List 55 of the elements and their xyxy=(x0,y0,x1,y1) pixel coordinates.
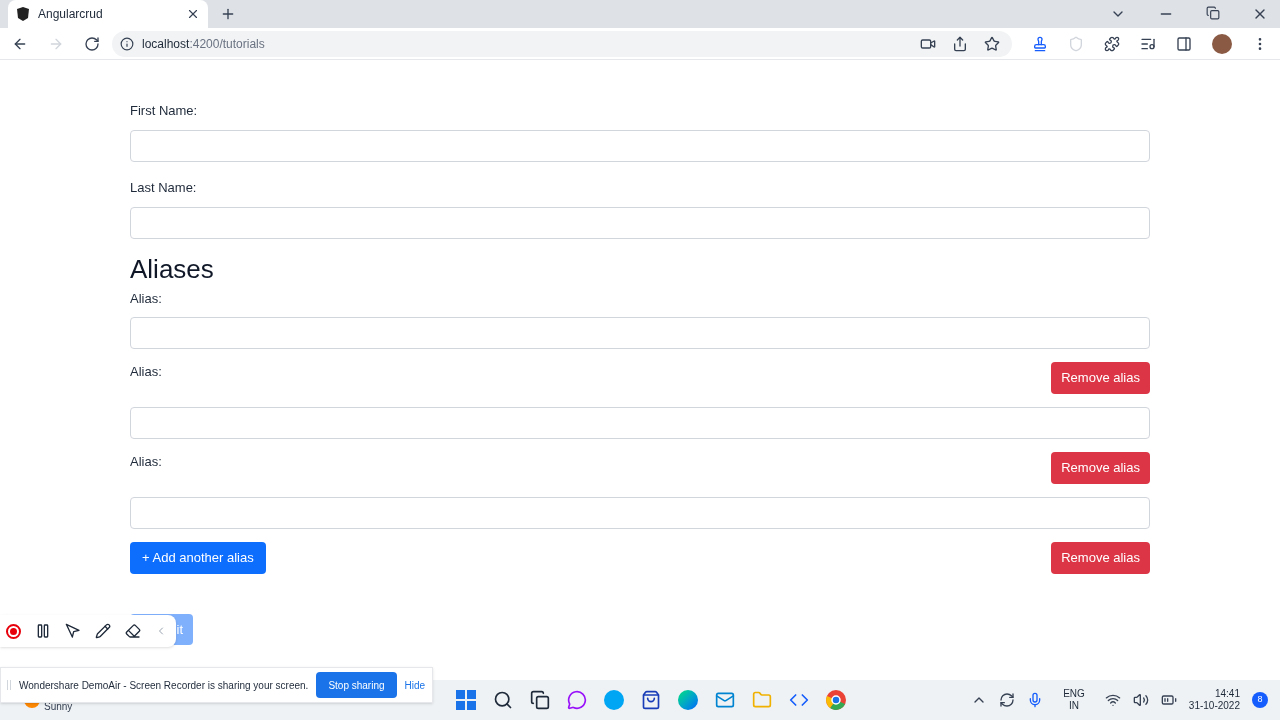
address-bar[interactable]: localhost:4200/tutorials xyxy=(112,30,1012,57)
search-icon[interactable] xyxy=(493,690,513,710)
hide-button[interactable]: Hide xyxy=(404,677,426,693)
stamp-icon[interactable] xyxy=(1032,35,1048,52)
star-icon[interactable] xyxy=(984,35,1000,52)
input-field[interactable] xyxy=(130,407,1150,439)
extensions-icon[interactable] xyxy=(1104,35,1120,52)
sync-icon[interactable] xyxy=(999,692,1016,708)
wifi-icon[interactable] xyxy=(1104,692,1121,708)
field-label: Alias: xyxy=(130,453,162,471)
notification-badge[interactable]: 8 xyxy=(1252,692,1268,708)
drag-handle-icon[interactable] xyxy=(7,680,11,690)
language-indicator[interactable]: ENG IN xyxy=(1063,688,1085,712)
field-label: Alias: xyxy=(130,290,162,308)
store-icon[interactable] xyxy=(641,690,661,710)
volume-icon[interactable] xyxy=(1132,692,1149,708)
info-icon xyxy=(120,36,134,51)
pointer-icon[interactable] xyxy=(65,623,81,639)
record-icon[interactable] xyxy=(6,623,21,639)
close-icon[interactable] xyxy=(186,7,200,21)
input-field[interactable] xyxy=(130,207,1150,239)
share-icon[interactable] xyxy=(952,35,968,52)
reload-icon[interactable] xyxy=(84,35,100,52)
section-heading: Aliases xyxy=(130,253,215,285)
add-alias-button[interactable]: + Add another alias xyxy=(130,542,266,574)
field-label: Last Name: xyxy=(130,179,198,197)
mail-icon[interactable] xyxy=(715,690,735,710)
remove-alias-button[interactable]: Remove alias xyxy=(1051,362,1150,394)
browser-tab[interactable]: Angularcrud xyxy=(8,0,208,28)
input-field[interactable] xyxy=(130,130,1150,162)
tab-title: Angularcrud xyxy=(38,6,104,22)
chat-icon[interactable] xyxy=(567,690,587,710)
pencil-icon[interactable] xyxy=(95,623,111,639)
input-field[interactable] xyxy=(130,317,1150,349)
side-panel-icon[interactable] xyxy=(1176,35,1192,52)
input-field[interactable] xyxy=(130,497,1150,529)
weather-text: Sunny xyxy=(44,699,73,714)
clock[interactable]: 14:41 31-10-2022 xyxy=(1188,688,1240,712)
field-label: Alias: xyxy=(130,363,162,381)
shield-logo-icon xyxy=(16,7,30,21)
stop-sharing-button[interactable]: Stop sharing xyxy=(316,672,397,698)
remove-alias-button[interactable]: Remove alias xyxy=(1051,542,1150,574)
battery-icon[interactable] xyxy=(1160,692,1177,708)
pause-icon[interactable] xyxy=(35,623,51,639)
field-label: First Name: xyxy=(130,102,199,120)
avatar[interactable] xyxy=(1212,33,1232,54)
new-tab-icon[interactable] xyxy=(220,6,236,22)
sharing-message: Wondershare DemoAir - Screen Recorder is sharing your screen. xyxy=(19,678,309,693)
task-view-icon[interactable] xyxy=(530,690,550,710)
browser-icon[interactable] xyxy=(826,690,846,710)
start-icon[interactable] xyxy=(456,690,476,710)
url-text: localhost:4200/tutorials xyxy=(142,35,265,52)
restore-icon[interactable] xyxy=(1206,6,1220,20)
eraser-icon[interactable] xyxy=(125,623,141,639)
remove-alias-button[interactable]: Remove alias xyxy=(1051,452,1150,484)
